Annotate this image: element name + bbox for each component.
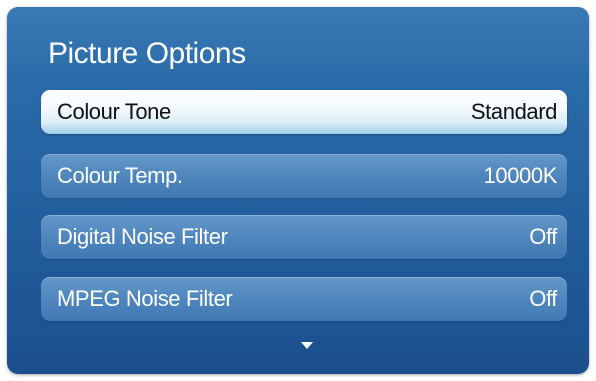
picture-options-panel: Picture Options Colour Tone Standard Col…: [7, 7, 589, 374]
menu-item-colour-temp[interactable]: Colour Temp. 10000K: [41, 154, 567, 198]
menu-item-label: Colour Tone: [57, 99, 171, 124]
scroll-down-icon[interactable]: [301, 342, 313, 349]
menu-item-digital-noise-filter[interactable]: Digital Noise Filter Off: [41, 215, 567, 259]
menu-item-mpeg-noise-filter[interactable]: MPEG Noise Filter Off: [41, 277, 567, 321]
menu-item-colour-tone[interactable]: Colour Tone Standard: [41, 90, 567, 134]
menu-item-label: Colour Temp.: [57, 163, 183, 188]
menu-item-label: MPEG Noise Filter: [57, 286, 233, 311]
menu-item-label: Digital Noise Filter: [57, 224, 228, 249]
menu-item-value: Standard: [470, 99, 557, 124]
page-title: Picture Options: [48, 37, 246, 70]
menu-item-value: Off: [529, 224, 557, 249]
menu-item-value: Off: [529, 286, 557, 311]
menu-item-value: 10000K: [483, 163, 558, 188]
